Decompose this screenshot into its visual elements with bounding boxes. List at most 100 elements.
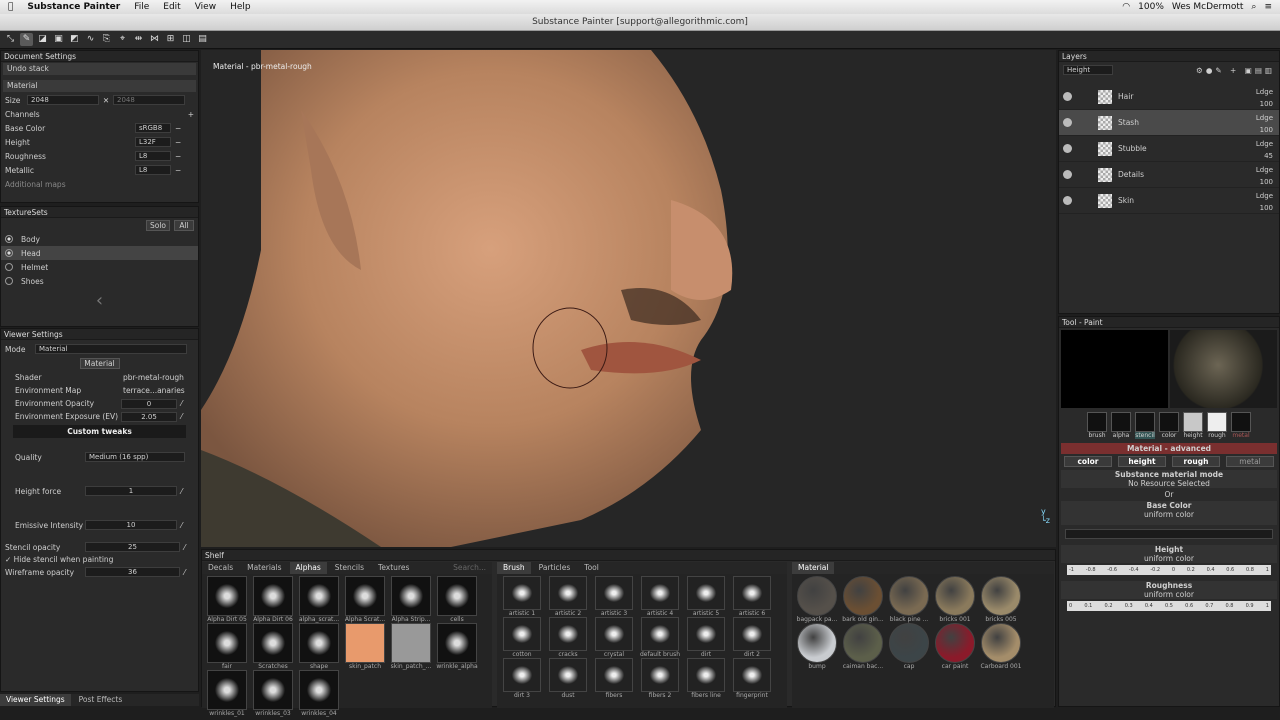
battery-level[interactable]: 100%	[1138, 2, 1164, 12]
eye-icon[interactable]	[1063, 170, 1072, 179]
heightforce-field[interactable]: 1	[85, 486, 177, 496]
shelf-item[interactable]: artistic 1	[499, 576, 545, 617]
clone-icon[interactable]: ⎘	[100, 33, 113, 46]
layer-blend[interactable]: Ldge 100	[1256, 190, 1273, 214]
screenshot-icon[interactable]: ◫	[180, 33, 193, 46]
app-menu[interactable]: Substance Painter	[27, 2, 120, 12]
select-icon[interactable]: ⤡	[4, 33, 17, 46]
tool-slot[interactable]: stencil	[1134, 412, 1156, 439]
material-button[interactable]: Material	[79, 357, 120, 369]
edit-icon-5[interactable]: ⁄	[184, 543, 185, 552]
shelf-item[interactable]: shape	[296, 623, 342, 670]
shelf-item[interactable]: artistic 4	[637, 576, 683, 617]
shelf-item[interactable]: cracks	[545, 617, 591, 658]
shelf-item[interactable]: Alpha Dirt 06	[250, 576, 296, 623]
shelf-tab[interactable]: Stencils	[329, 562, 370, 574]
all-button[interactable]: All	[174, 219, 194, 231]
shelf-item[interactable]: dirt 2	[729, 617, 775, 658]
link-icon[interactable]: ✕	[99, 96, 113, 105]
shelf-item[interactable]: fibers line	[683, 658, 729, 699]
shelf-item[interactable]: Scratches	[250, 623, 296, 670]
height-slider[interactable]: -1 -0.8 -0.6 -0.4 -0.2 0 0.2 0.4 0.6 0.8 1	[1067, 565, 1271, 575]
menu-help[interactable]: Help	[230, 2, 251, 12]
emissive-field[interactable]: 10	[85, 520, 177, 530]
edit-icon-6[interactable]: ⁄	[184, 568, 185, 577]
edit-icon[interactable]: ⁄	[181, 399, 182, 408]
shelf-tab[interactable]: Decals	[202, 562, 239, 574]
layer-actions-icon[interactable]: ⚙●✎ + ▣▤▥	[1196, 66, 1275, 75]
menu-view[interactable]: View	[195, 2, 216, 12]
shelf-item[interactable]: artistic 2	[545, 576, 591, 617]
polygon-fill-icon[interactable]: ◩	[68, 33, 81, 46]
layer-row[interactable]: Stash Ldge 100	[1059, 110, 1279, 136]
remove-channel-icon[interactable]: −	[175, 166, 181, 175]
projection-icon[interactable]: ▣	[52, 33, 65, 46]
user-name[interactable]: Wes McDermott	[1172, 2, 1244, 12]
layer-row[interactable]: Stubble Ldge 45	[1059, 136, 1279, 162]
brush-shelf-tab[interactable]: Particles	[533, 562, 577, 574]
shelf-item[interactable]: fair	[204, 623, 250, 670]
envop-field[interactable]: 0	[121, 398, 177, 409]
layer-row[interactable]: Details Ldge 100	[1059, 162, 1279, 188]
brush-shelf-tab[interactable]: Tool	[578, 562, 605, 574]
edit-icon-3[interactable]: ⁄	[181, 487, 182, 496]
eye-icon[interactable]	[1063, 144, 1072, 153]
channel-toggle[interactable]: metal	[1226, 456, 1274, 467]
channel-format-select[interactable]: L8	[135, 165, 171, 175]
tool-slot[interactable]: metal	[1230, 412, 1252, 439]
eye-icon[interactable]	[1063, 196, 1072, 205]
eraser-icon[interactable]: ◪	[36, 33, 49, 46]
shelf-item[interactable]: wrinkles_03	[250, 670, 296, 717]
shelf-tab[interactable]: Textures	[372, 562, 415, 574]
3d-viewport[interactable]: Material - pbr-metal-rough y └z	[201, 50, 1056, 547]
shelf-item[interactable]: default brush	[637, 617, 683, 658]
shelf-item[interactable]: car paint	[932, 623, 978, 670]
edit-icon-2[interactable]: ⁄	[181, 412, 182, 421]
visibility-radio[interactable]	[5, 263, 13, 271]
render-icon[interactable]: ▤	[196, 33, 209, 46]
shelf-item[interactable]: bump	[794, 623, 840, 670]
shelf-item[interactable]: crystal	[591, 617, 637, 658]
shelf-item[interactable]: Carboard 001	[978, 623, 1024, 670]
shelf-item[interactable]: dirt	[683, 617, 729, 658]
shelf-item[interactable]: wrinkles_01	[204, 670, 250, 717]
mode-select[interactable]: Material	[35, 344, 187, 354]
camera-icon[interactable]: ⊞	[164, 33, 177, 46]
visibility-radio[interactable]	[5, 235, 13, 243]
visibility-radio[interactable]	[5, 249, 13, 257]
custom-tweaks-button[interactable]: Custom tweaks	[13, 425, 186, 438]
mirror-icon[interactable]: ⋈	[148, 33, 161, 46]
layer-blend[interactable]: Ldge 45	[1256, 138, 1273, 162]
shelf-item[interactable]: cotton	[499, 617, 545, 658]
remove-channel-icon[interactable]: −	[175, 152, 181, 161]
symmetry-icon[interactable]: ⇹	[132, 33, 145, 46]
quality-select[interactable]: Medium (16 spp)	[85, 452, 185, 462]
search-icon[interactable]: ⌕	[1251, 2, 1256, 12]
shelf-item[interactable]: cells	[434, 576, 480, 623]
remove-channel-icon[interactable]: −	[175, 138, 181, 147]
shelf-item[interactable]: wrinkles_04	[296, 670, 342, 717]
hide-stencil-checkbox[interactable]: ✓	[5, 555, 14, 564]
tool-slot[interactable]: alpha	[1110, 412, 1132, 439]
shelf-search-input[interactable]: Search...	[447, 562, 492, 574]
shelf-item[interactable]: bricks 005	[978, 576, 1024, 623]
eye-icon[interactable]	[1063, 118, 1072, 127]
additional-maps[interactable]: Additional maps	[1, 177, 198, 191]
apple-icon[interactable]: 	[8, 2, 13, 12]
channel-toggle[interactable]: color	[1064, 456, 1112, 467]
channel-toggle[interactable]: rough	[1172, 456, 1220, 467]
size-field-2[interactable]: 2048	[113, 95, 185, 105]
edit-icon-4[interactable]: ⁄	[181, 521, 182, 530]
layer-blend[interactable]: Ldge 100	[1256, 86, 1273, 110]
layer-row[interactable]: Skin Ldge 100	[1059, 188, 1279, 214]
roughness-slider[interactable]: 0 0.1 0.2 0.3 0.4 0.5 0.6 0.7 0.8 0.9 1	[1067, 601, 1271, 611]
shelf-item[interactable]: cap	[886, 623, 932, 670]
tool-slot[interactable]: rough	[1206, 412, 1228, 439]
tool-slot[interactable]: brush	[1086, 412, 1108, 439]
shelf-item[interactable]: skin_patch	[342, 623, 388, 670]
shelf-item[interactable]: dust	[545, 658, 591, 699]
shelf-item[interactable]: fibers	[591, 658, 637, 699]
wifi-icon[interactable]: ◠	[1122, 2, 1130, 12]
menu-edit[interactable]: Edit	[163, 2, 180, 12]
shelf-item[interactable]: fingerprint	[729, 658, 775, 699]
